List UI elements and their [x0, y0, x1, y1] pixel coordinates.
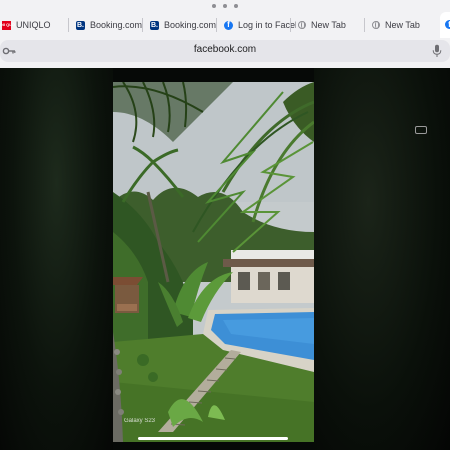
uniqlo-logo-icon: UNI QLO: [0, 20, 15, 30]
globe-icon: [372, 21, 380, 29]
tab-new-2[interactable]: New Tab: [370, 12, 444, 38]
microphone-icon[interactable]: [432, 44, 442, 58]
tab-facebook-login[interactable]: f Log in to Facebook: [222, 12, 296, 38]
tab-divider: [290, 18, 291, 32]
facebook-page: Galaxy S23: [0, 68, 450, 450]
booking-icon: B.: [76, 20, 85, 30]
globe-icon: [298, 21, 306, 29]
tab-divider: [216, 18, 217, 32]
tab-label: UNIQLO: [16, 20, 51, 30]
tab-new-1[interactable]: New Tab: [296, 12, 370, 38]
tab-label: Booking.com: [90, 20, 143, 30]
tab-divider: [364, 18, 365, 32]
address-bar[interactable]: facebook.com: [0, 40, 450, 62]
tab-strip: UNI QLO UNIQLO B. Booking.com B. Booking…: [0, 12, 450, 38]
tab-label: New Tab: [385, 20, 420, 30]
video-frame-resort: [113, 82, 314, 442]
browser-chrome: UNI QLO UNIQLO B. Booking.com B. Booking…: [0, 0, 450, 69]
tab-divider: [68, 18, 69, 32]
tab-booking-1[interactable]: B. Booking.com: [74, 12, 148, 38]
video-watermark: Galaxy S23: [124, 418, 156, 424]
tab-label: New Tab: [311, 20, 346, 30]
tab-divider: [142, 18, 143, 32]
facebook-icon: f: [445, 20, 450, 29]
booking-icon: B.: [150, 20, 159, 30]
video-player[interactable]: Galaxy S23: [113, 82, 314, 442]
tab-booking-2[interactable]: B. Booking.com: [148, 12, 222, 38]
tab-active-facebook[interactable]: f: [440, 12, 450, 38]
video-progress-bar[interactable]: [138, 437, 288, 440]
url-text[interactable]: facebook.com: [0, 44, 450, 55]
facebook-icon: f: [224, 20, 233, 30]
tab-uniqlo[interactable]: UNI QLO UNIQLO: [0, 12, 74, 38]
blurred-backdrop-right: [314, 68, 450, 450]
tab-label: Log in to Facebook: [238, 20, 296, 30]
ellipsis-icon[interactable]: [212, 2, 238, 10]
video-controls-icon[interactable]: [415, 126, 427, 134]
tab-label: Booking.com: [164, 20, 217, 30]
blurred-backdrop-left: [0, 68, 113, 450]
